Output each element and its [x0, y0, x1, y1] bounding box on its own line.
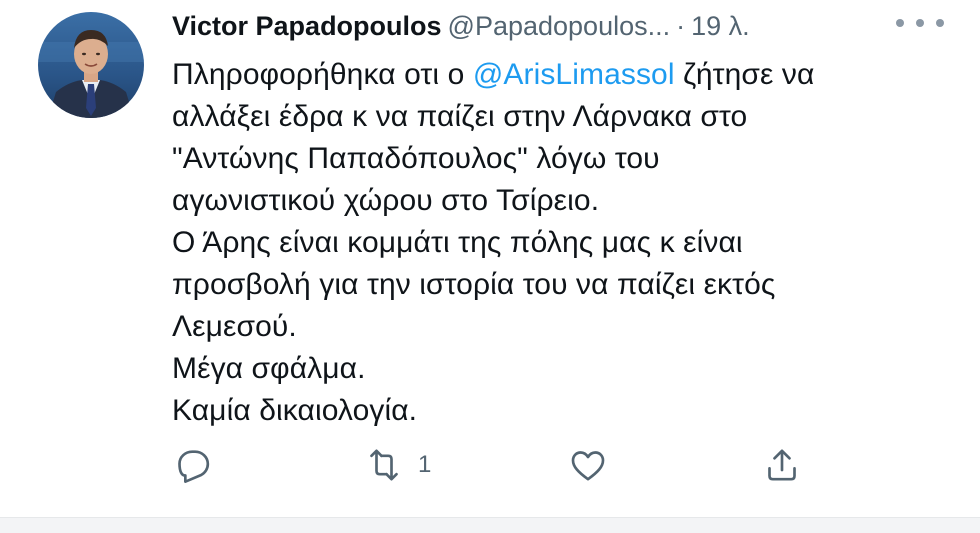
tweet-text: Πληροφορήθηκα οτι ο @ArisLimassol ζήτησε…: [172, 54, 952, 432]
reply-button[interactable]: [172, 440, 212, 490]
tweet-actions: 1: [172, 440, 952, 490]
tweet-line: αγωνιστικού χώρου στο Τσίρειο.: [172, 184, 600, 217]
share-button[interactable]: [762, 440, 802, 490]
retweet-button[interactable]: 1: [364, 440, 431, 490]
tweet-line: Λεμεσού.: [172, 310, 297, 343]
heart-icon: [571, 451, 605, 481]
more-dot: [896, 19, 904, 27]
tweet-header: Victor Papadopoulos @Papadopoulos... · 19 λ…: [172, 8, 962, 44]
reply-icon: [178, 450, 210, 483]
tweet-line: αλλάξει έδρα κ να παίζει στην Λάρνακα στ…: [172, 100, 748, 133]
avatar-image: [38, 12, 144, 118]
tweet[interactable]: Victor Papadopoulos @Papadopoulos... · 19 λ…: [0, 0, 980, 517]
tweet-line: προσβολή για την ιστορία του να παίζει ε…: [172, 268, 776, 301]
more-options-icon[interactable]: [896, 8, 944, 38]
author-name[interactable]: Victor Papadopoulos: [172, 11, 442, 41]
tweet-line: Καμία δικαιολογία.: [172, 394, 418, 427]
avatar[interactable]: [38, 12, 144, 118]
retweet-count: 1: [418, 451, 432, 478]
like-button[interactable]: [568, 440, 608, 490]
more-dot: [916, 19, 924, 27]
author-handle[interactable]: @Papadopoulos...: [448, 11, 671, 41]
separator-dot: ·: [676, 11, 686, 41]
tweet-line: Ο Άρης είναι κομμάτι της πόλης μας κ είν…: [172, 226, 743, 259]
tweet-timestamp[interactable]: 19 λ.: [691, 11, 750, 41]
bottom-divider: [0, 517, 980, 533]
tweet-text-segment: ζήτησε να: [674, 58, 815, 91]
retweet-icon: [370, 449, 398, 481]
tweet-line: "Αντώνης Παπαδόπουλος" λόγω του: [172, 142, 660, 175]
tweet-line: Μέγα σφάλμα.: [172, 352, 366, 385]
more-dot: [936, 19, 944, 27]
mention-link[interactable]: @ArisLimassol: [473, 58, 675, 91]
share-icon: [768, 449, 796, 481]
tweet-text-segment: Πληροφορήθηκα οτι ο: [172, 58, 473, 91]
tweet-line: Πληροφορήθηκα οτι ο @ArisLimassol ζήτησε…: [172, 54, 952, 96]
